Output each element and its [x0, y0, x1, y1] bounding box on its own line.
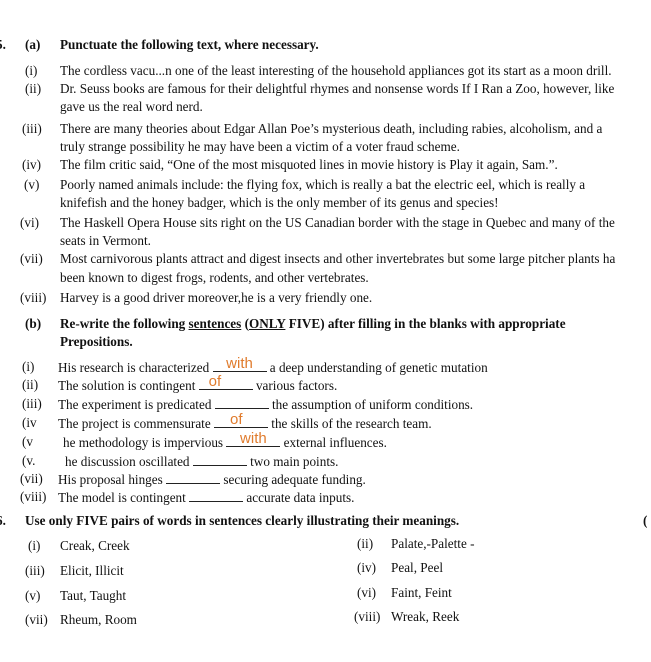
q5a-item-text: Dr. Seuss books are famous for their del… [60, 81, 615, 96]
q5a-item-num: (i) [25, 63, 38, 78]
blank-field[interactable] [189, 489, 244, 502]
q6-number: 6. [0, 513, 6, 528]
q5b-item: The solution is contingent of various fa… [58, 373, 338, 393]
q5a-item-text: There are many theories about Edgar Alla… [60, 121, 603, 136]
q5b-item-num: (vii) [20, 471, 43, 486]
q6-pair-words: Wreak, Reek [391, 609, 460, 624]
q5a-item-num: (ii) [25, 81, 42, 96]
q6-pair-words: Faint, Feint [391, 585, 452, 600]
q5b-item-num: (ii) [22, 377, 39, 392]
answer-text: of [230, 411, 243, 428]
q6-pair-num: (vii) [25, 612, 48, 627]
q6-pair-num: (iii) [25, 563, 45, 578]
q5a-item-text: seats in Vermont. [60, 233, 151, 248]
q6-pair-words: Peal, Peel [391, 560, 444, 575]
q5a-item-num: (vi) [20, 215, 40, 230]
blank-field[interactable]: of [214, 411, 268, 428]
q5a-item-text: The film critic said, “One of the most m… [60, 157, 558, 172]
q6-pair-words: Palate,-Palette - [391, 536, 475, 551]
q6-pair-num: (ii) [357, 536, 374, 551]
q6-pair-words: Creak, Creek [60, 538, 130, 553]
q6-pair-words: Rheum, Room [60, 612, 137, 627]
q5a-item-text: knifefish and the honey badger, which is… [60, 195, 499, 210]
q6-pair-words: Elicit, Illicit [60, 563, 124, 578]
q5b-item-num: (iv [22, 415, 37, 430]
q5b-instruction: Re-write the following sentences (ONLY F… [60, 316, 566, 331]
q5b-item: he discussion oscillated two main points… [65, 453, 339, 469]
q5b-item: The experiment is predicated the assumpt… [58, 396, 474, 412]
blank-field[interactable]: with [212, 355, 267, 372]
answer-text: with [226, 355, 253, 372]
blank-field[interactable] [166, 471, 221, 484]
q5b-item: His research is characterized with a dee… [58, 355, 488, 375]
q5b-item-num: (v. [22, 453, 36, 468]
q5a-item-num: (iv) [22, 157, 42, 172]
q6-pair-num: (vi) [357, 585, 377, 600]
q5a-item-num: (viii) [20, 290, 47, 305]
q5a-item-text: Poorly named animals include: the flying… [60, 177, 586, 192]
q5b-instruction-line2: Prepositions. [60, 334, 133, 349]
q5b-item: His proposal hinges securing adequate fu… [58, 471, 366, 487]
q5a-item-text: gave us the real word nerd. [60, 99, 203, 114]
q5a-item-text: Harvey is a good driver moreover,he is a… [60, 290, 373, 305]
q6-pair-num: (v) [25, 588, 41, 603]
blank-field[interactable]: of [198, 373, 253, 390]
q5-number: 5. [0, 37, 6, 52]
q6-pair-num: (viii) [354, 609, 381, 624]
q6-pair-num: (i) [28, 538, 41, 553]
blank-field[interactable] [192, 453, 247, 466]
q5a-label: (a) [25, 37, 41, 52]
q5b-label: (b) [25, 316, 42, 331]
q5a-item-num: (iii) [22, 121, 42, 136]
q5b-item-num: (iii) [22, 396, 42, 411]
q5a-item-text: truly strange possibility he may have be… [60, 139, 460, 154]
q6-marks-fragment: ( [643, 513, 648, 528]
q5a-item-text: The cordless vacu...n one of the least i… [60, 63, 612, 78]
q5a-item-num: (v) [24, 177, 40, 192]
q5b-item-num: (v [22, 434, 33, 449]
q5a-item-text: been known to digest frogs, rodents, and… [60, 270, 369, 285]
q5a-item-num: (vii) [20, 251, 43, 266]
q5a-instruction: Punctuate the following text, where nece… [60, 37, 319, 52]
q5b-item-num: (viii) [20, 489, 47, 504]
q5a-item-text: Most carnivorous plants attract and dige… [60, 251, 616, 266]
blank-field[interactable] [214, 396, 269, 409]
q5b-item: he methodology is impervious with extern… [63, 430, 387, 450]
answer-text: of [208, 373, 222, 390]
blank-field[interactable]: with [226, 430, 281, 447]
q5b-item-num: (i) [22, 359, 35, 374]
q6-pair-num: (iv) [357, 560, 377, 575]
answer-text: with [240, 430, 267, 447]
q5a-item-text: The Haskell Opera House sits right on th… [60, 215, 615, 230]
q6-instruction: Use only FIVE pairs of words in sentence… [25, 513, 460, 528]
q6-pair-words: Taut, Taught [60, 588, 127, 603]
exam-page: 5. (a) Punctuate the following text, whe… [0, 0, 651, 662]
q5b-item: The model is contingent accurate data in… [58, 489, 355, 505]
